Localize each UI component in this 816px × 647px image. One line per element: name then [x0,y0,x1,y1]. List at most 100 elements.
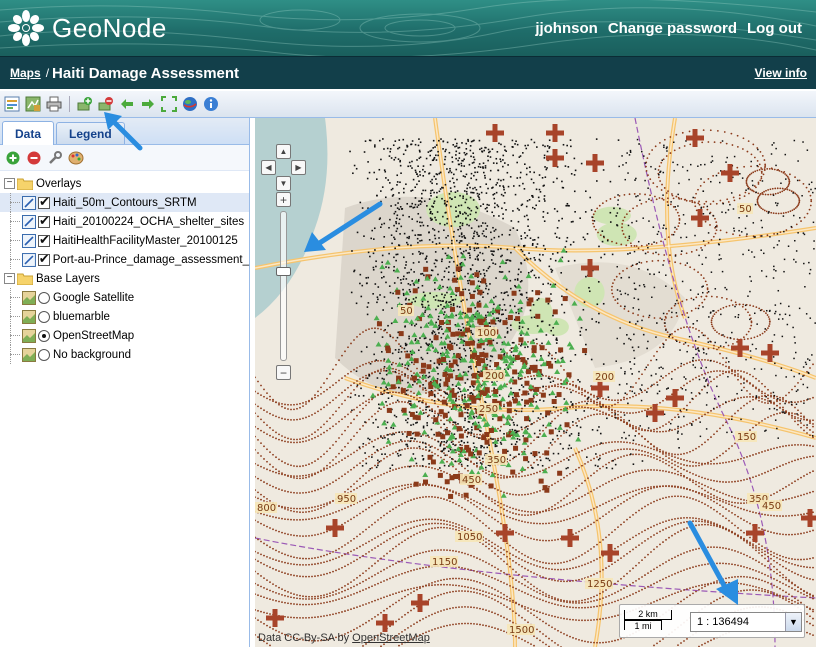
overlays-label: Overlays [36,177,82,190]
collapse-toggle[interactable]: − [4,273,15,284]
remove-layer-icon [98,97,113,111]
add-layer-tool[interactable] [5,150,21,166]
pan-up-button[interactable]: ▲ [276,144,291,159]
map-toolbar [0,91,816,118]
zoom-control: + − [276,192,294,380]
collapse-toggle[interactable]: − [4,178,15,189]
add-icon [6,151,20,164]
zoom-out-button[interactable]: − [276,365,291,380]
vector-layer-icon [22,233,36,248]
geonode-logo[interactable]: GeoNode [6,8,167,48]
info-icon [204,97,218,111]
remove-layer-tool[interactable] [26,150,42,166]
tree-indent [0,231,22,250]
logout-link[interactable]: Log out [747,20,802,37]
scale-value: 1 : 136494 [697,616,749,628]
layer-tree: − Overlays Haiti_50m_Contours_SRTM Haiti_… [0,171,249,364]
pan-right-button[interactable]: ▶ [291,160,306,175]
remove-layer-button[interactable] [97,95,115,113]
layer-label: No background [53,348,131,361]
scale-km: 2 km [624,610,672,620]
wrench-icon [49,150,62,164]
tree-indent [0,250,22,269]
map-attribution: Data CC-By-SA by OpenStreetMap [258,632,430,644]
overlay-layer-item[interactable]: HaitiHealthFacilityMaster_20100125 [0,231,249,250]
base-layer-item[interactable]: bluemarble [0,307,249,326]
base-layers-label: Base Layers [36,272,100,285]
add-layer-button[interactable] [76,95,94,113]
base-layer-item[interactable]: No background [0,345,249,364]
toolbar-separator [69,96,70,112]
globe-button[interactable] [181,95,199,113]
base-layer-item[interactable]: OpenStreetMap [0,326,249,345]
change-password-link[interactable]: Change password [608,20,737,37]
zoom-extent-icon [161,96,177,112]
layer-style-tool[interactable] [68,150,84,166]
zoom-extent-button[interactable] [160,95,178,113]
pan-down-button[interactable]: ▼ [276,176,291,191]
tab-legend[interactable]: Legend [56,122,125,144]
tree-indent [0,307,22,326]
layer-label: OpenStreetMap [53,329,135,342]
zoom-bar[interactable] [276,211,291,361]
tab-data[interactable]: Data [2,121,55,145]
back-button[interactable] [118,95,136,113]
layer-visibility-checkbox[interactable] [38,232,50,248]
forward-button[interactable] [139,95,157,113]
zoom-slider-handle[interactable] [276,267,291,276]
tree-indent [0,345,22,364]
tree-indent [0,288,22,307]
globe-icon [183,97,197,111]
print-button[interactable] [45,95,63,113]
style-icon [68,151,84,164]
geonode-flower-icon [8,10,44,46]
tree-indent [0,212,22,231]
print-icon [46,96,62,112]
remove-icon [27,151,41,164]
map-viewport[interactable]: 50 100 200 250 350 450 200 50 150 350 450 950 800 105… [255,118,816,647]
overlay-layer-item[interactable]: Haiti_20100224_OCHA_shelter_sites [0,212,249,231]
scale-box: 2 km 1 mi 1 : 136494 ▼ [619,604,805,638]
panel-tabs: Data Legend [0,118,249,145]
map-titlebar: Maps / Haiti Damage Assessment View info [0,56,816,89]
view-info-link[interactable]: View info [755,66,807,80]
layer-properties-button[interactable] [3,95,21,113]
base-layer-radio[interactable] [38,348,50,361]
attribution-link[interactable]: OpenStreetMap [352,632,430,644]
layer-visibility-checkbox[interactable] [38,194,50,210]
base-layer-radio[interactable] [38,291,50,304]
zoom-in-button[interactable]: + [276,192,291,207]
vector-layer-icon [22,214,36,229]
username-link[interactable]: jjohnson [535,20,598,37]
info-button[interactable] [202,95,220,113]
overlays-folder[interactable]: − Overlays [0,174,249,193]
layer-label: Port-au-Prince_damage_assessment_ [52,253,249,266]
scale-line: 2 km 1 mi [624,610,684,632]
raster-layer-icon [22,309,36,324]
base-layer-item[interactable]: Google Satellite [0,288,249,307]
overlay-layer-item[interactable]: Port-au-Prince_damage_assessment_ [0,250,249,269]
user-nav: jjohnson Change password Log out [535,20,802,37]
folder-open-icon [17,273,33,285]
breadcrumb-maps-link[interactable]: Maps [10,66,41,80]
layer-visibility-checkbox[interactable] [37,251,50,267]
layer-label: bluemarble [53,310,110,323]
base-layer-radio[interactable] [38,310,50,323]
scale-select[interactable]: 1 : 136494 ▼ [690,612,802,632]
layer-properties-tool[interactable] [47,150,63,166]
forward-arrow-icon [142,99,154,109]
add-layer-icon [77,97,92,111]
base-layers-folder[interactable]: − Base Layers [0,269,249,288]
pan-left-button[interactable]: ◀ [261,160,276,175]
save-map-button[interactable] [24,95,42,113]
app-name: GeoNode [52,12,167,43]
layer-visibility-checkbox[interactable] [38,213,50,229]
tree-indent [0,326,22,345]
layer-label: Haiti_50m_Contours_SRTM [53,196,197,209]
page-title: Haiti Damage Assessment [52,64,240,82]
pan-control: ▲ ◀ ▶ ▼ [261,144,307,191]
base-layer-radio[interactable] [38,329,50,342]
tree-indent [0,193,22,212]
overlay-layer-item[interactable]: Haiti_50m_Contours_SRTM [0,193,249,212]
save-map-icon [25,96,41,112]
